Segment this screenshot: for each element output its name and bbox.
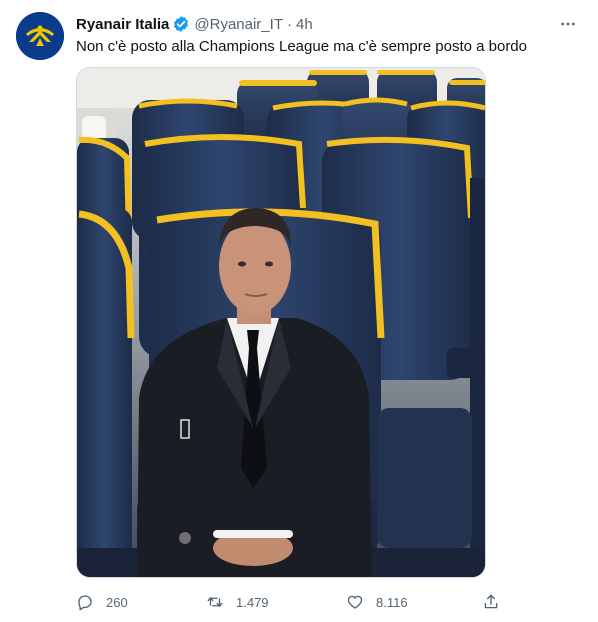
retweet-button[interactable]: 1.479 — [206, 589, 269, 615]
share-icon — [484, 594, 498, 609]
avatar[interactable] — [16, 12, 64, 60]
author-name[interactable]: Ryanair Italia — [76, 16, 169, 33]
tweet-photo[interactable] — [76, 67, 486, 578]
heart-icon — [347, 595, 363, 609]
reply-count: 260 — [106, 594, 128, 610]
tweet-actions: 260 1.479 8.116 — [76, 589, 506, 615]
author-handle[interactable]: @Ryanair_IT — [194, 16, 283, 33]
more-options-button[interactable] — [556, 12, 580, 36]
reply-icon — [78, 595, 92, 611]
retweet-count: 1.479 — [236, 594, 269, 610]
share-button[interactable] — [482, 589, 500, 615]
verified-badge-icon — [172, 15, 190, 33]
ryanair-logo-icon — [16, 12, 64, 60]
separator-dot: · — [286, 15, 292, 33]
retweet-icon — [207, 597, 223, 607]
tweet-header: Ryanair Italia @Ryanair_IT · 4h — [76, 14, 313, 34]
airplane-cabin-photo — [77, 68, 485, 577]
reply-button[interactable]: 260 — [76, 589, 128, 615]
tweet-card[interactable]: Ryanair Italia @Ryanair_IT · 4h Non c'è … — [0, 0, 598, 622]
more-dots-icon — [561, 22, 575, 26]
like-count: 8.116 — [376, 594, 408, 610]
tweet-text: Non c'è posto alla Champions League ma c… — [76, 38, 527, 55]
tweet-timestamp[interactable]: 4h — [296, 16, 313, 33]
like-button[interactable]: 8.116 — [346, 589, 408, 615]
